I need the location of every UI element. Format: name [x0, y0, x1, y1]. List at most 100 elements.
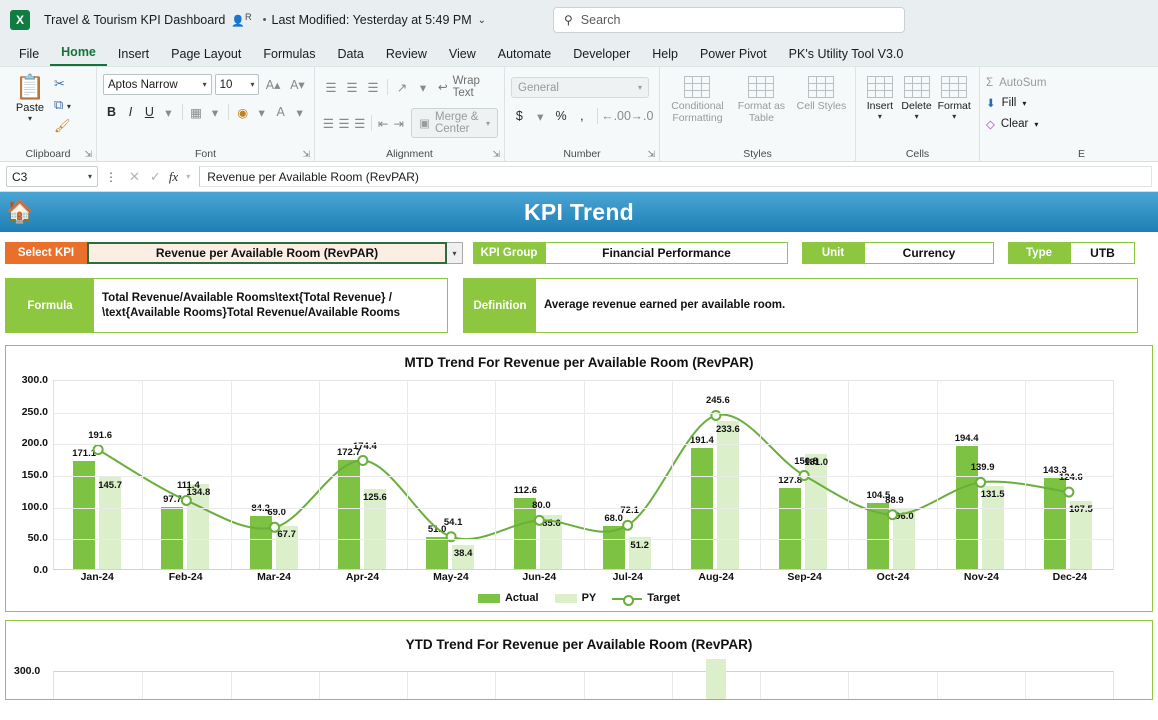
tab-pk-utility-tool[interactable]: PK's Utility Tool V3.0	[778, 45, 915, 66]
currency-format-button[interactable]: $	[511, 106, 528, 126]
clear-button[interactable]: ◇ Clear ▾	[986, 117, 1083, 131]
align-top-button[interactable]: ☰	[321, 77, 341, 97]
increase-decimal-button[interactable]: ←.00	[601, 106, 631, 126]
chevron-down-icon[interactable]: ▾	[413, 77, 433, 97]
chevron-down-icon[interactable]: ▾	[291, 102, 308, 122]
person-share-icon[interactable]: 👤R	[231, 12, 251, 28]
mtd-chart-card[interactable]: MTD Trend For Revenue per Available Room…	[5, 345, 1153, 612]
align-left-button[interactable]: ☰	[321, 113, 336, 133]
alignment-dialog-launcher[interactable]: ⇲	[492, 149, 500, 160]
wrap-text-button[interactable]: ↩ Wrap Text	[434, 75, 498, 99]
chevron-down-icon: ▾	[87, 172, 92, 181]
tab-automate[interactable]: Automate	[487, 45, 563, 66]
tab-home[interactable]: Home	[50, 43, 107, 66]
font-dialog-launcher[interactable]: ⇲	[302, 149, 310, 160]
format-painter-icon[interactable]: 🖌	[54, 118, 71, 134]
copy-icon[interactable]: ⧉ ▾	[54, 97, 71, 113]
chevron-down-icon[interactable]: ▾	[915, 112, 919, 121]
borders-button[interactable]: ▦	[188, 102, 205, 122]
tab-view[interactable]: View	[438, 45, 487, 66]
font-color-button[interactable]: A	[272, 102, 289, 122]
tab-page-layout[interactable]: Page Layout	[160, 45, 252, 66]
cell-styles-button[interactable]: Cell Styles	[794, 71, 849, 124]
formula-input[interactable]: Revenue per Available Room (RevPAR)	[199, 166, 1152, 187]
insert-function-icon[interactable]: fx	[169, 169, 178, 185]
comma-format-button[interactable]: ,	[573, 106, 590, 126]
tab-formulas[interactable]: Formulas	[252, 45, 326, 66]
paste-label: Paste	[15, 102, 45, 114]
align-bottom-button[interactable]: ☰	[363, 77, 383, 97]
tab-file[interactable]: File	[8, 45, 50, 66]
tab-help[interactable]: Help	[641, 45, 689, 66]
chevron-down-icon[interactable]: ▾	[186, 172, 190, 181]
underline-button[interactable]: U	[141, 102, 158, 122]
grow-font-button[interactable]: A▴	[262, 75, 283, 95]
delete-cells-button[interactable]: Delete ▾	[898, 71, 936, 121]
number-format-select[interactable]: General ▾	[511, 77, 649, 98]
chevron-down-icon[interactable]: ▾	[207, 102, 224, 122]
insert-cells-button[interactable]: Insert ▾	[862, 71, 898, 121]
tab-power-pivot[interactable]: Power Pivot	[689, 45, 778, 66]
wrap-text-label: Wrap Text	[452, 75, 480, 99]
italic-button[interactable]: I	[122, 102, 139, 122]
legend-item-py[interactable]: PY	[554, 592, 596, 604]
document-title[interactable]: Travel & Tourism KPI Dashboard	[44, 13, 225, 27]
fill-color-button[interactable]: ◉	[234, 102, 251, 122]
formula-bar-options-icon[interactable]: ⋮	[105, 170, 117, 184]
ytd-chart-card[interactable]: YTD Trend For Revenue per Available Room…	[5, 620, 1153, 700]
chevron-down-icon[interactable]: ▾	[447, 242, 463, 264]
search-input[interactable]: ⚲ Search	[553, 7, 905, 33]
chevron-down-icon[interactable]: ▾	[160, 102, 177, 122]
autosum-button[interactable]: Σ AutoSum	[986, 77, 1083, 89]
ribbon-group-clipboard: 📋 Paste ▾ ✂ ⧉ ▾ 🖌 Clipboard ⇲	[0, 67, 96, 162]
name-box[interactable]: C3 ▾	[6, 166, 98, 187]
search-icon: ⚲	[564, 13, 573, 27]
chevron-down-icon[interactable]: ▾	[28, 114, 32, 123]
align-middle-button[interactable]: ☰	[342, 77, 362, 97]
chevron-down-icon[interactable]: ▾	[878, 112, 882, 121]
increase-indent-button[interactable]: ⇥	[391, 113, 406, 133]
format-as-table-button[interactable]: Format as Table	[731, 71, 792, 124]
bar-py[interactable]	[705, 659, 726, 699]
orientation-button[interactable]: ↗	[392, 77, 412, 97]
ytd-plot-area	[53, 659, 1114, 699]
tab-review[interactable]: Review	[375, 45, 438, 66]
align-right-button[interactable]: ☰	[352, 113, 367, 133]
merge-center-label: Merge & Center	[434, 111, 479, 135]
percent-format-button[interactable]: %	[553, 106, 570, 126]
name-box-value: C3	[12, 169, 28, 184]
paste-button[interactable]: 📋 Paste ▾	[6, 71, 54, 134]
kpi-select-dropdown[interactable]: Revenue per Available Room (RevPAR)	[87, 242, 447, 264]
chevron-down-icon[interactable]: ▾	[532, 106, 549, 126]
legend-item-actual[interactable]: Actual	[477, 592, 539, 604]
font-name-select[interactable]: Aptos Narrow ▾	[103, 74, 212, 95]
editing-group-label: E	[1077, 148, 1085, 160]
tab-data[interactable]: Data	[326, 45, 374, 66]
conditional-formatting-button[interactable]: Conditional Formatting	[666, 71, 729, 124]
decrease-indent-button[interactable]: ⇤	[376, 113, 391, 133]
cancel-icon[interactable]: ✕	[129, 169, 140, 185]
font-size-select[interactable]: 10 ▾	[214, 74, 260, 95]
format-cells-button[interactable]: Format ▾	[935, 71, 973, 121]
align-center-button[interactable]: ☰	[337, 113, 352, 133]
clipboard-group-label: Clipboard	[25, 148, 71, 160]
search-placeholder: Search	[580, 13, 621, 27]
legend-item-target[interactable]: Target	[612, 592, 680, 606]
clipboard-dialog-launcher[interactable]: ⇲	[84, 149, 92, 160]
merge-center-button[interactable]: ▣ Merge & Center ▾	[411, 108, 498, 138]
cut-icon[interactable]: ✂	[54, 76, 71, 92]
shrink-font-button[interactable]: A▾	[287, 75, 308, 95]
check-icon[interactable]: ✓	[150, 169, 161, 185]
tab-developer[interactable]: Developer	[562, 45, 641, 66]
number-dialog-launcher[interactable]: ⇲	[647, 149, 655, 160]
last-modified-label[interactable]: Last Modified: Yesterday at 5:49 PM	[272, 13, 472, 27]
number-group-label: Number	[563, 148, 601, 160]
decrease-decimal-button[interactable]: →.0	[631, 106, 654, 126]
chevron-down-icon[interactable]: ▾	[952, 112, 956, 121]
chevron-down-icon[interactable]: ▾	[253, 102, 270, 122]
chevron-down-icon[interactable]: ⌄	[478, 15, 486, 26]
bold-button[interactable]: B	[103, 102, 120, 122]
py-swatch-icon	[554, 593, 577, 603]
tab-insert[interactable]: Insert	[107, 45, 160, 66]
fill-button[interactable]: ⬇ Fill ▾	[986, 96, 1083, 110]
